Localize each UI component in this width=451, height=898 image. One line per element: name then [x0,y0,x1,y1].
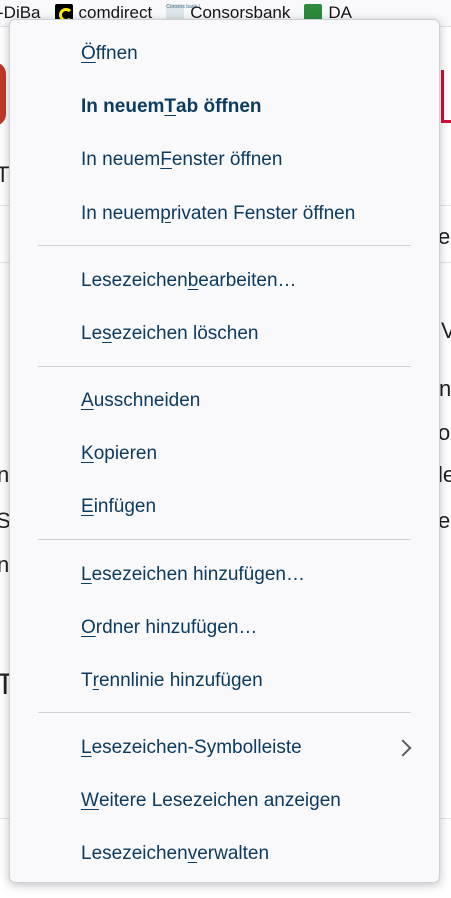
access-key: O [81,617,96,638]
bookmark-context-menu: Öffnen In neuem Tab öffnen In neuem Fens… [9,19,440,883]
menu-item-label: Le [81,323,103,344]
menu-item-edit-bookmark[interactable]: Lesezeichen b earbeiten… [10,259,439,303]
menu-item-label: T [81,670,93,691]
background-text: n [0,552,10,577]
menu-separator [38,366,411,367]
menu-item-label: ab öffnen [176,96,262,117]
menu-item-label: In neuem [81,149,161,170]
menu-item-paste[interactable]: Einfügen [10,485,439,529]
menu-item-label: erwalten [197,843,270,864]
menu-item-label: Lesezeichen [81,270,188,291]
menu-separator [38,712,411,713]
menu-item-label: usschneiden [93,390,201,411]
menu-item-label: enster öffnen [171,149,283,170]
menu-separator [38,245,411,246]
access-key: Ö [81,43,96,64]
background-text: nt [439,376,451,401]
background-text: n [0,462,10,487]
access-key: K [81,443,94,464]
menu-item-label: Lesezeichen [81,843,188,864]
menu-item-label: rdner hinzufügen… [95,617,258,638]
menu-separator [38,539,411,540]
access-key: E [81,496,94,517]
access-key: T [164,96,177,117]
menu-item-manage-bookmarks[interactable]: Lesezeichen v erwalten [10,832,439,876]
access-key: L [81,564,92,585]
menu-item-label: rivaten Fenster öffnen [170,203,356,224]
menu-item-open-new-tab[interactable]: In neuem Tab öffnen [10,85,439,129]
menu-item-label: ffnen [95,43,138,64]
menu-item-copy[interactable]: Kopieren [10,432,439,476]
menu-item-cut[interactable]: Ausschneiden [10,379,439,423]
menu-item-label: earbeiten… [198,270,297,291]
menu-item-label: esezeichen-Symbolleiste [91,737,302,758]
access-key: F [160,149,172,170]
access-key: L [81,737,92,758]
brand-logo-fragment [0,62,6,126]
menu-item-label: In neuem [81,96,165,117]
menu-item-label: infügen [93,496,157,517]
menu-item-add-separator[interactable]: Tr ennlinie hinzufügen [10,659,439,703]
menu-item-label: ennlinie hinzufügen [98,670,263,691]
menu-item-open-new-window[interactable]: In neuem Fenster öffnen [10,138,439,182]
menu-item-label: opieren [93,443,158,464]
menu-item-label: In neuem [81,203,161,224]
menu-item-bookmarks-toolbar[interactable]: Lesezeichen-Symbolleiste [10,726,439,770]
menu-item-label: esezeichen hinzufügen… [91,564,305,585]
access-key: s [102,323,112,344]
menu-item-open-private-window[interactable]: In neuem p rivaten Fenster öffnen [10,192,439,236]
background-text: V [441,318,451,343]
menu-item-open[interactable]: Öffnen [10,32,439,76]
access-key: p [160,203,171,224]
access-key: v [187,843,198,864]
access-key: W [81,790,99,811]
brand-accent-fragment [441,70,451,123]
menu-item-add-folder[interactable]: Ordner hinzufügen… [10,606,439,650]
access-key: b [187,270,199,291]
access-key: A [81,390,94,411]
chevron-right-icon [394,739,412,757]
menu-item-label: eitere Lesezeichen anzeigen [98,790,341,811]
menu-item-show-more-bookmarks[interactable]: Weitere Lesezeichen anzeigen [10,779,439,823]
menu-item-label: ezeichen löschen [111,323,259,344]
menu-item-add-bookmark[interactable]: Lesezeichen hinzufügen… [10,553,439,597]
menu-item-delete-bookmark[interactable]: Le s ezeichen löschen [10,312,439,356]
